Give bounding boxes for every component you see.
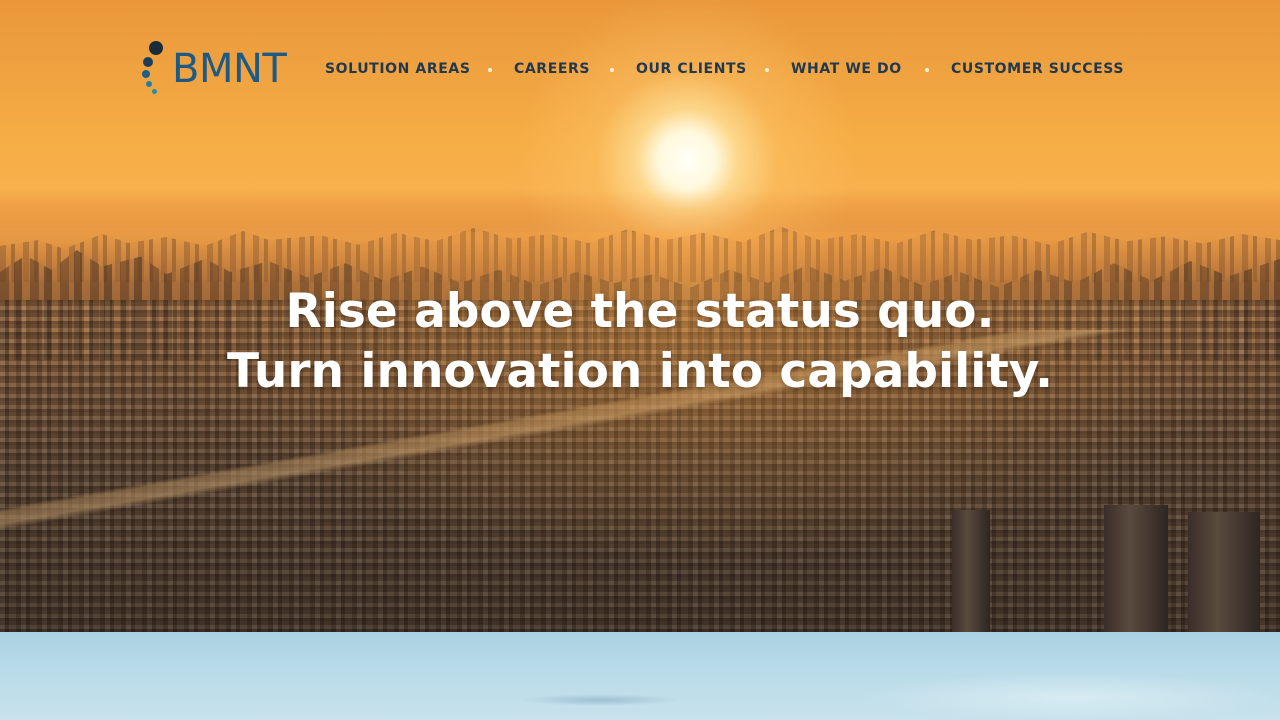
nav-item-solution-areas[interactable]: SOLUTION AREAS xyxy=(325,61,471,77)
bmnt-logo-link[interactable]: BMNT xyxy=(140,40,287,96)
nav-item-our-clients[interactable]: OUR CLIENTS xyxy=(636,61,747,77)
nav-item-customer-success[interactable]: CUSTOMER SUCCESS xyxy=(951,61,1124,77)
hero-headline-line-2: Turn innovation into capability. xyxy=(227,344,1053,399)
logo-dot xyxy=(149,41,163,55)
nav-separator-dot xyxy=(765,68,769,72)
logo-dot xyxy=(152,89,157,94)
nav-item-what-we-do[interactable]: WHAT WE DO xyxy=(791,61,902,77)
nav-separator-dot xyxy=(610,68,614,72)
logo-dot xyxy=(142,70,150,78)
cloud-streak xyxy=(860,672,1280,720)
hero-tower xyxy=(1104,505,1168,632)
nav-item-careers[interactable]: CAREERS xyxy=(514,61,590,77)
logo-dots-icon xyxy=(140,40,168,96)
hero-headline: Rise above the status quo. Turn innovati… xyxy=(140,282,1140,402)
logo-dot xyxy=(146,81,152,87)
cloud-streak xyxy=(520,694,680,706)
next-section-sky xyxy=(0,632,1280,720)
logo-dot xyxy=(143,57,153,67)
hero-section: BMNT SOLUTION AREAS CAREERS OUR CLIENTS … xyxy=(0,0,1280,632)
page: BMNT SOLUTION AREAS CAREERS OUR CLIENTS … xyxy=(0,0,1280,720)
logo-wordmark: BMNT xyxy=(172,46,287,92)
hero-tower xyxy=(952,510,990,632)
nav-separator-dot xyxy=(488,68,492,72)
hero-headline-line-1: Rise above the status quo. xyxy=(285,284,995,339)
nav-separator-dot xyxy=(925,68,929,72)
hero-tower xyxy=(1188,512,1260,632)
